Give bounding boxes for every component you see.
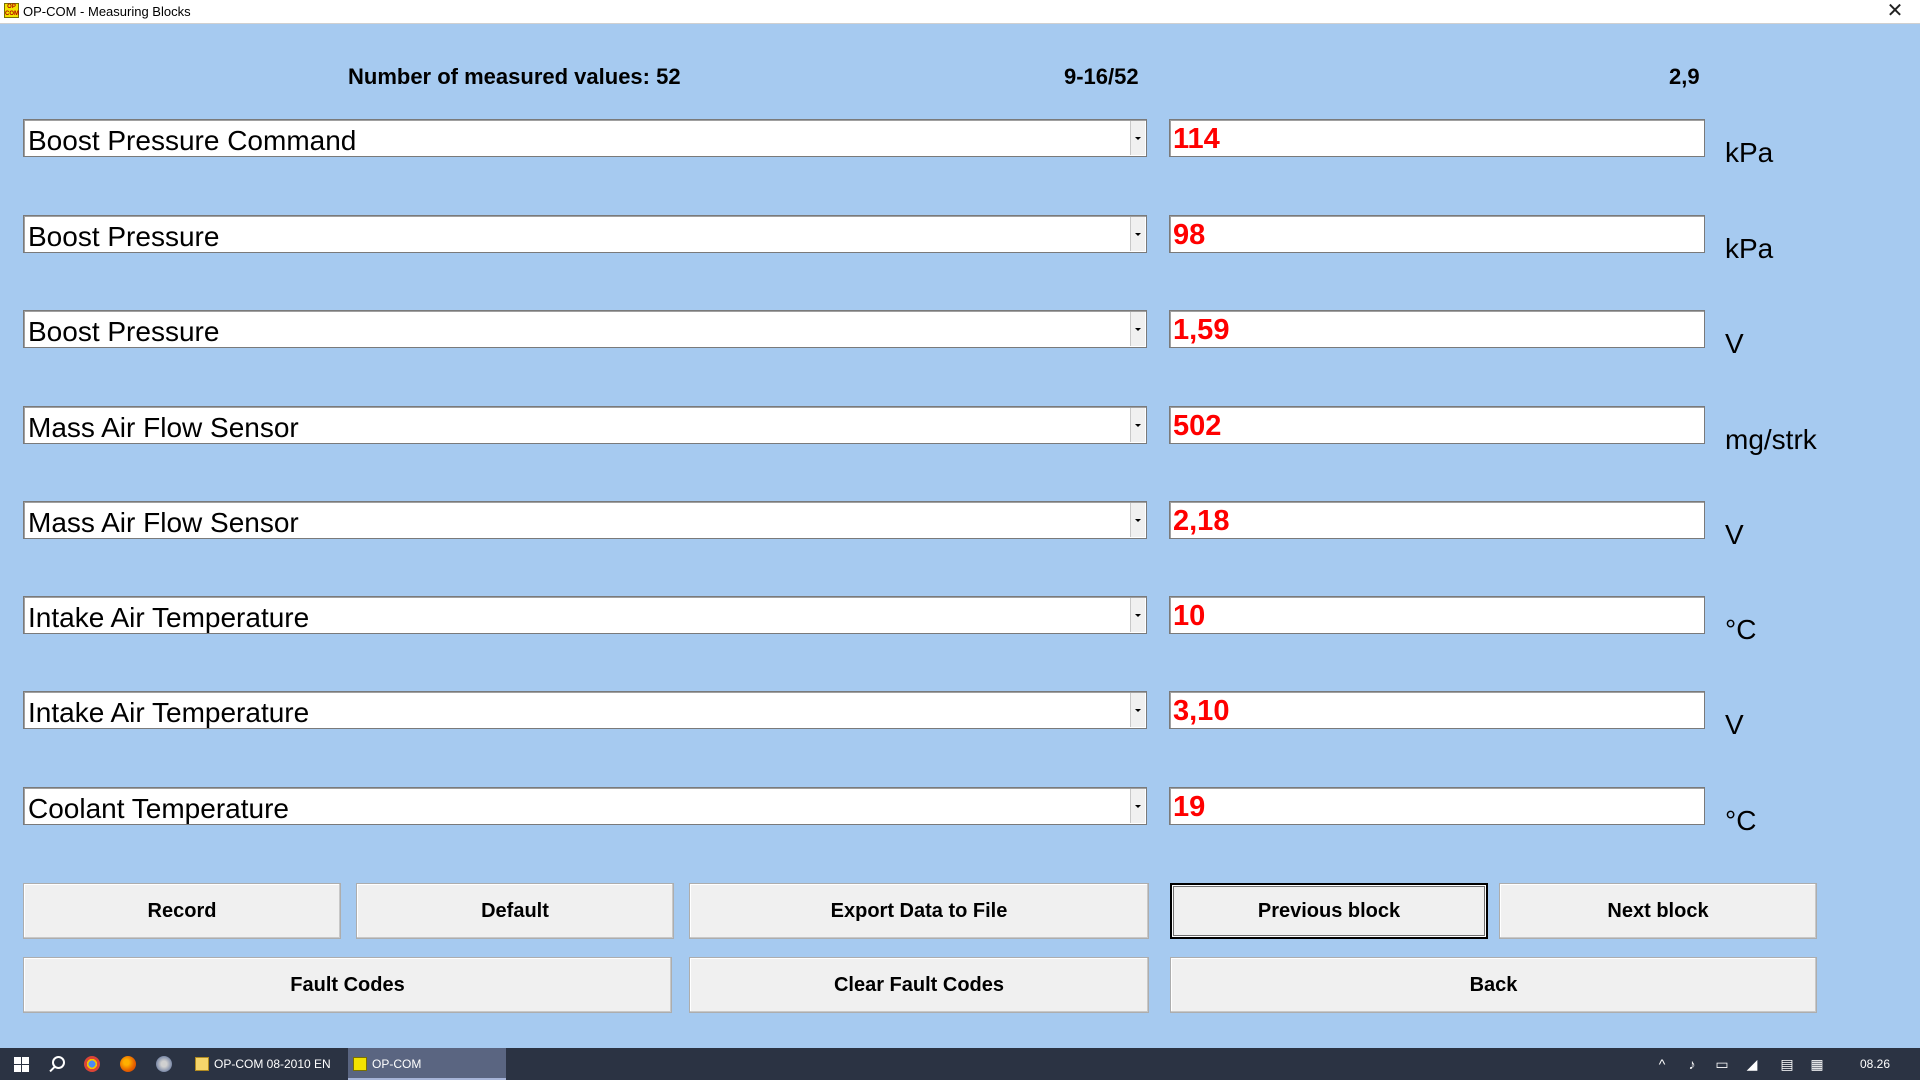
parameter-select[interactable]: Coolant Temperature	[23, 787, 1147, 825]
unit-label: V	[1725, 519, 1744, 550]
chevron-down-icon	[1135, 805, 1141, 808]
chevron-down-icon	[1135, 233, 1141, 236]
measure-row: Coolant Temperature 19 °C	[0, 787, 1920, 836]
window-title: OP-COM - Measuring Blocks	[23, 4, 191, 19]
record-button[interactable]: Record	[23, 883, 341, 939]
parameter-name: Coolant Temperature	[28, 793, 289, 824]
notifications-icon[interactable]: ▤	[1775, 1048, 1799, 1080]
value-text: 114	[1173, 123, 1220, 155]
network-icon[interactable]: ◢	[1740, 1048, 1764, 1080]
measure-row: Mass Air Flow Sensor 502 mg/strk	[0, 406, 1920, 455]
measured-values-count: Number of measured values: 52	[348, 64, 681, 89]
tray-chevron-up-icon[interactable]: ^	[1650, 1048, 1674, 1080]
battery-icon[interactable]: ▭	[1710, 1048, 1734, 1080]
value-field: 10	[1169, 596, 1705, 634]
default-button[interactable]: Default	[356, 883, 674, 939]
parameter-name: Boost Pressure	[28, 221, 220, 252]
value-text: 1,59	[1173, 314, 1230, 346]
task-label: OP-COM	[372, 1057, 422, 1071]
op-com-icon	[353, 1057, 367, 1071]
parameter-name: Mass Air Flow Sensor	[28, 507, 299, 538]
chevron-down-icon	[1135, 614, 1141, 617]
chevron-down-icon	[1135, 424, 1141, 427]
unit-label: °C	[1725, 614, 1757, 645]
value-field: 114	[1169, 119, 1705, 157]
parameter-select[interactable]: Intake Air Temperature	[23, 596, 1147, 634]
app-icon[interactable]	[156, 1056, 172, 1072]
clear-fault-codes-button[interactable]: Clear Fault Codes	[689, 957, 1149, 1013]
value-text: 19	[1173, 791, 1206, 823]
value-field: 98	[1169, 215, 1705, 253]
parameter-name: Mass Air Flow Sensor	[28, 412, 299, 443]
unit-label: kPa	[1725, 137, 1774, 168]
dropdown-button[interactable]	[1130, 408, 1145, 442]
op-com-icon: OP COM	[4, 3, 19, 18]
folder-icon	[195, 1057, 209, 1071]
parameter-select[interactable]: Boost Pressure	[23, 215, 1147, 253]
next-block-button[interactable]: Next block	[1499, 883, 1817, 939]
unit-label: °C	[1725, 805, 1757, 836]
value-field: 3,10	[1169, 691, 1705, 729]
value-text: 502	[1173, 410, 1222, 442]
value-field: 502	[1169, 406, 1705, 444]
dropdown-button[interactable]	[1130, 503, 1145, 537]
parameter-select[interactable]: Mass Air Flow Sensor	[23, 501, 1147, 539]
parameter-select[interactable]: Intake Air Temperature	[23, 691, 1147, 729]
measure-row: Intake Air Temperature 3,10 V	[0, 691, 1920, 740]
unit-label: kPa	[1725, 233, 1774, 264]
value-field: 19	[1169, 787, 1705, 825]
dropdown-button[interactable]	[1130, 312, 1145, 346]
parameter-name: Intake Air Temperature	[28, 697, 310, 728]
unit-label: mg/strk	[1725, 424, 1817, 455]
value-text: 2,18	[1173, 505, 1230, 537]
parameter-name: Intake Air Temperature	[28, 602, 310, 633]
value-text: 3,10	[1173, 695, 1230, 727]
parameter-select[interactable]: Mass Air Flow Sensor	[23, 406, 1147, 444]
measure-row: Mass Air Flow Sensor 2,18 V	[0, 501, 1920, 550]
measure-row: Boost Pressure 1,59 V	[0, 310, 1920, 359]
taskbar: OP-COM 08-2010 EN OP-COM ^ ♪ ▭ ◢ ▤ ▦ 08.…	[0, 1048, 1920, 1080]
task-label: OP-COM 08-2010 EN	[214, 1057, 331, 1071]
dropdown-button[interactable]	[1130, 598, 1145, 632]
unit-label: V	[1725, 709, 1744, 740]
previous-block-button[interactable]: Previous block	[1170, 883, 1488, 939]
value-field: 2,18	[1169, 501, 1705, 539]
chevron-down-icon	[1135, 519, 1141, 522]
clock[interactable]: 08.26	[1860, 1048, 1890, 1080]
chevron-down-icon	[1135, 709, 1141, 712]
keyboard-icon[interactable]: ▦	[1805, 1048, 1829, 1080]
chrome-icon[interactable]	[84, 1056, 100, 1072]
chevron-down-icon	[1135, 328, 1141, 331]
measure-row: Intake Air Temperature 10 °C	[0, 596, 1920, 645]
dropdown-button[interactable]	[1130, 789, 1145, 823]
value-text: 98	[1173, 219, 1206, 251]
title-bar: OP COM OP-COM - Measuring Blocks ✕	[0, 0, 1920, 24]
chevron-down-icon	[1135, 137, 1141, 140]
block-range: 9-16/52	[1064, 64, 1139, 89]
dropdown-button[interactable]	[1130, 693, 1145, 727]
dropdown-button[interactable]	[1130, 121, 1145, 155]
export-data-button[interactable]: Export Data to File	[689, 883, 1149, 939]
measure-row: Boost Pressure 98 kPa	[0, 215, 1920, 264]
search-icon[interactable]	[40, 1048, 76, 1080]
parameter-name: Boost Pressure Command	[28, 125, 357, 156]
sample-rate: 2,9	[1669, 64, 1700, 89]
parameter-select[interactable]: Boost Pressure Command	[23, 119, 1147, 157]
windows-start-icon[interactable]	[4, 1048, 40, 1080]
close-icon[interactable]: ✕	[1880, 0, 1910, 23]
volume-icon[interactable]: ♪	[1680, 1048, 1704, 1080]
fault-codes-button[interactable]: Fault Codes	[23, 957, 672, 1013]
measure-row: Boost Pressure Command 114 kPa	[0, 119, 1920, 168]
dropdown-button[interactable]	[1130, 217, 1145, 251]
back-button[interactable]: Back	[1170, 957, 1817, 1013]
firefox-icon[interactable]	[120, 1056, 136, 1072]
value-text: 10	[1173, 600, 1206, 632]
task-op-com[interactable]: OP-COM	[348, 1048, 506, 1080]
value-field: 1,59	[1169, 310, 1705, 348]
parameter-name: Boost Pressure	[28, 316, 220, 347]
task-op-com-folder[interactable]: OP-COM 08-2010 EN	[190, 1048, 346, 1080]
unit-label: V	[1725, 328, 1744, 359]
parameter-select[interactable]: Boost Pressure	[23, 310, 1147, 348]
